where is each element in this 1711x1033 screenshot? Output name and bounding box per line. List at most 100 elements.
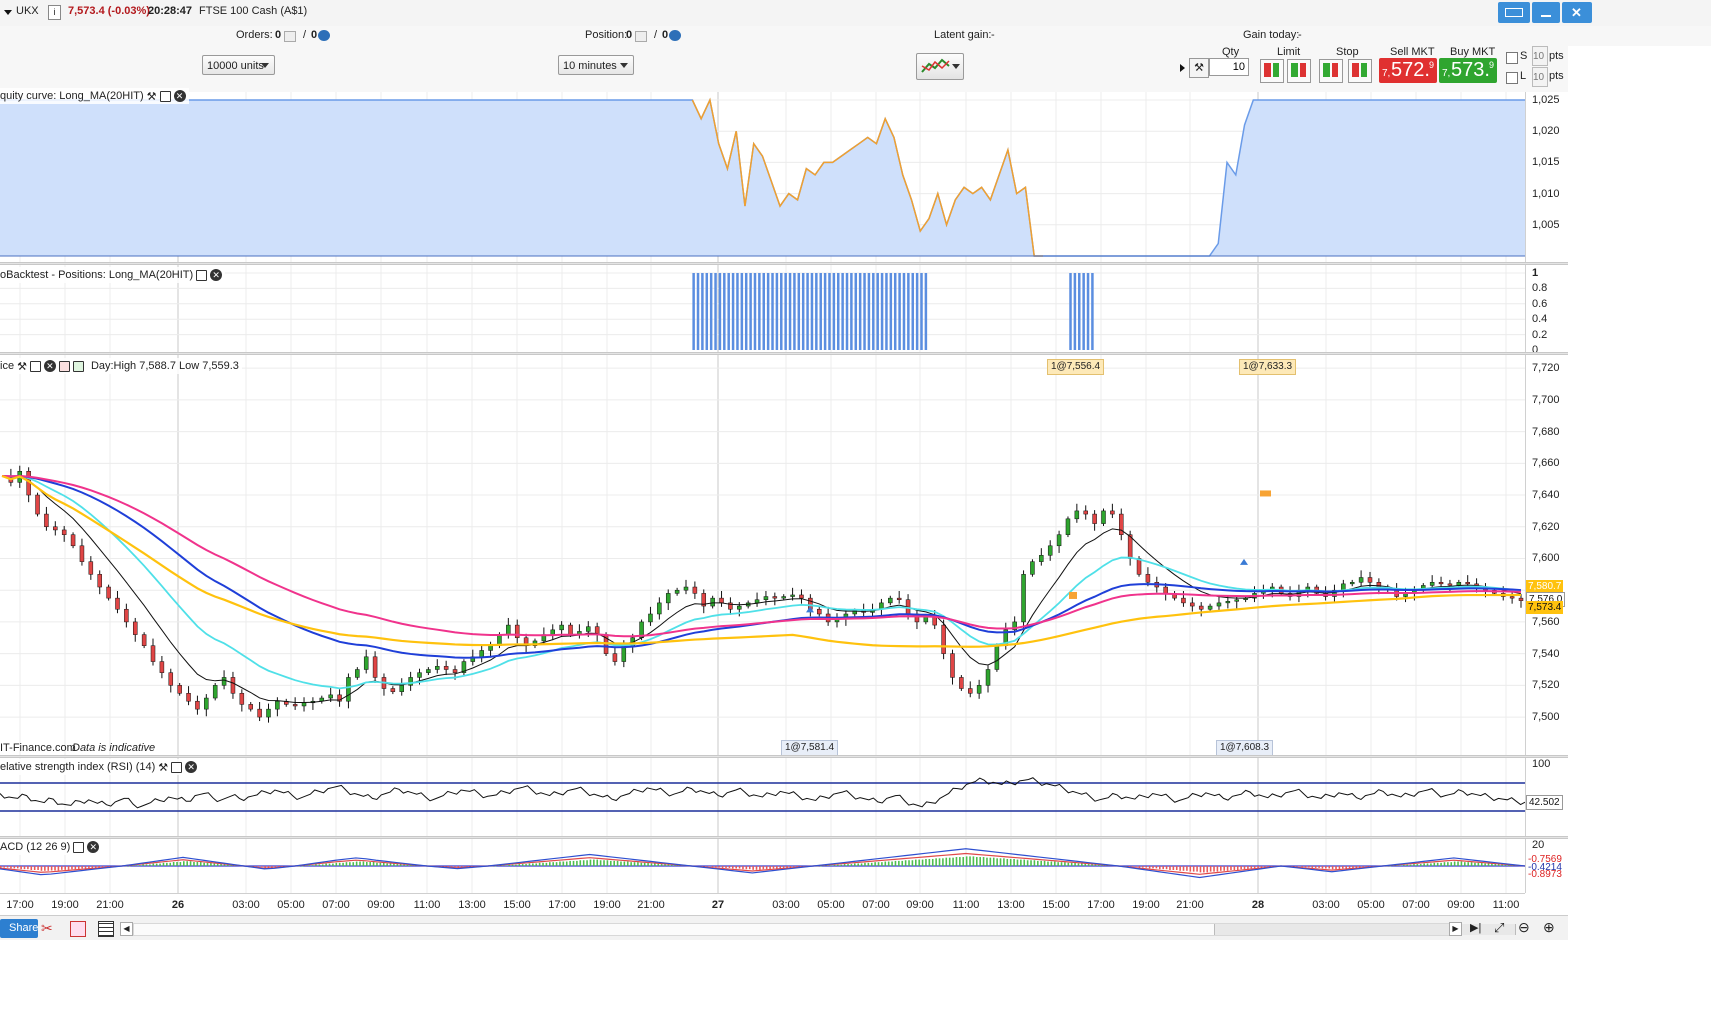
macd-histogram-bar — [318, 864, 321, 866]
candle-body — [710, 597, 715, 607]
watermark-left: IT-Finance.com — [0, 742, 76, 754]
qty-input[interactable] — [1209, 58, 1249, 76]
macd-histogram-bar — [1145, 866, 1148, 868]
fit-zoom-icon[interactable]: ⤢ — [1494, 920, 1504, 936]
collapse-arrow-icon[interactable] — [1180, 64, 1185, 72]
close-icon[interactable]: ✕ — [210, 269, 223, 281]
position-bar — [758, 273, 761, 350]
zoom-out-icon[interactable]: ⊖ — [1518, 919, 1530, 936]
x-tick-label: 07:00 — [322, 899, 350, 911]
macd-histogram-bar — [660, 864, 663, 866]
macd-histogram-bar — [328, 863, 331, 866]
position-count-2: 0 — [662, 29, 669, 41]
orders-cancel-icon[interactable] — [284, 31, 296, 42]
wrench-icon[interactable]: ⚒ — [17, 360, 27, 373]
buy-market-button[interactable]: 7, 573. 9 — [1439, 58, 1497, 83]
candle-body — [399, 685, 404, 692]
macd-histogram-bar — [1297, 866, 1300, 867]
macd-histogram-bar — [345, 862, 348, 866]
x-tick-label: 28 — [1251, 899, 1265, 911]
macd-histogram-bar — [562, 861, 565, 866]
macd-histogram-bar — [71, 866, 73, 870]
x-tick-label: 19:00 — [1132, 899, 1160, 911]
stop-points-input[interactable] — [1532, 46, 1548, 66]
macd-histogram-bar — [138, 865, 141, 866]
candle-body — [230, 677, 236, 694]
macd-histogram-bar — [210, 862, 212, 866]
limit-points-input[interactable] — [1532, 67, 1548, 87]
rsi-pane: 100 elative strength index (RSI) (14) ⚒ … — [0, 758, 1668, 836]
trade-exit-tag[interactable]: 1@7,633.3 — [1239, 359, 1297, 375]
exit-marker — [1260, 490, 1271, 497]
candle-body — [301, 702, 307, 707]
scissors-icon[interactable]: ✂ — [41, 920, 53, 937]
maximize-icon[interactable] — [73, 841, 85, 853]
indicators-button[interactable] — [916, 53, 964, 80]
trade-entry-tag[interactable]: 1@7,608.3 — [1216, 740, 1274, 756]
macd-histogram-bar — [1247, 866, 1249, 870]
macd-histogram-bar — [613, 860, 615, 866]
macd-histogram-bar — [874, 862, 876, 866]
close-icon[interactable]: ✕ — [87, 841, 100, 853]
horizontal-scrollbar[interactable] — [133, 923, 1516, 936]
macd-histogram-bar — [555, 862, 558, 866]
macd-histogram-bar — [1196, 866, 1198, 872]
y-tick-label: 7,560 — [1532, 615, 1560, 628]
limit-buy-button[interactable] — [1260, 59, 1284, 83]
units-select[interactable]: 10000 units — [202, 55, 275, 75]
close-icon[interactable]: ✕ — [185, 761, 198, 773]
timeframe-select[interactable]: 10 minutes — [558, 55, 634, 75]
candle-body — [417, 672, 422, 678]
x-tick-label: 21:00 — [637, 899, 665, 911]
macd-histogram-bar — [857, 863, 859, 866]
zoom-in-icon[interactable]: ⊕ — [1543, 919, 1555, 936]
dropdown-caret-icon[interactable] — [4, 10, 12, 15]
macd-histogram-bar — [382, 862, 385, 866]
keyboard-icon[interactable] — [1498, 2, 1530, 23]
wrench-icon[interactable]: ⚒ — [158, 761, 168, 774]
scroll-end-button[interactable]: ▶| — [1470, 921, 1481, 934]
symbol-label[interactable]: UKX — [16, 5, 39, 17]
close-window-button[interactable]: ✕ — [1562, 2, 1592, 23]
minimize-button[interactable] — [1532, 2, 1560, 23]
close-icon[interactable]: ✕ — [43, 360, 56, 372]
maximize-icon[interactable] — [29, 360, 41, 372]
macd-histogram-bar — [969, 856, 971, 866]
limit-sell-button[interactable] — [1287, 59, 1311, 83]
scroll-left-button[interactable]: ◀ — [120, 922, 133, 936]
grid-icon[interactable] — [98, 921, 114, 937]
macd-histogram-bar — [1226, 866, 1229, 871]
maximize-icon[interactable] — [171, 761, 183, 773]
info-icon[interactable]: i — [48, 5, 61, 20]
share-button[interactable]: Share — [0, 919, 38, 938]
y-tick-label: 100 — [1532, 758, 1551, 770]
candle-body — [61, 529, 67, 535]
wrench-icon[interactable]: ⚒ — [147, 90, 157, 103]
compare-icon[interactable] — [70, 921, 86, 937]
trade-exit-tag[interactable]: 1@7,556.4 — [1047, 359, 1105, 375]
trade-entry-tag[interactable]: 1@7,581.4 — [781, 740, 839, 756]
limit-checkbox[interactable] — [1506, 72, 1518, 84]
scroll-right-button[interactable]: ▶ — [1449, 922, 1462, 936]
x-tick-label: 11:00 — [413, 899, 441, 911]
stop-checkbox[interactable] — [1506, 52, 1518, 64]
maximize-icon[interactable] — [196, 269, 208, 281]
position-settings-icon[interactable] — [669, 30, 681, 41]
wrench-icon[interactable]: ⚒ — [1189, 58, 1209, 78]
macd-histogram-bar — [67, 866, 70, 870]
y-tick-label: 1,025 — [1532, 94, 1560, 106]
macd-histogram-bar — [321, 864, 324, 866]
stop-sell-button[interactable] — [1348, 59, 1372, 83]
candle-body — [1145, 574, 1151, 583]
candle-body — [248, 704, 253, 710]
candle-body — [390, 688, 396, 692]
macd-histogram-bar — [1026, 860, 1029, 866]
sell-arrow-icon[interactable] — [58, 360, 70, 372]
buy-arrow-icon[interactable] — [72, 360, 84, 372]
close-icon[interactable]: ✕ — [173, 90, 186, 102]
sell-market-button[interactable]: 7, 572. 9 — [1379, 58, 1437, 83]
stop-buy-button[interactable] — [1319, 59, 1343, 83]
orders-settings-icon[interactable] — [318, 30, 330, 41]
position-cancel-icon[interactable] — [635, 31, 647, 42]
maximize-icon[interactable] — [159, 90, 171, 102]
